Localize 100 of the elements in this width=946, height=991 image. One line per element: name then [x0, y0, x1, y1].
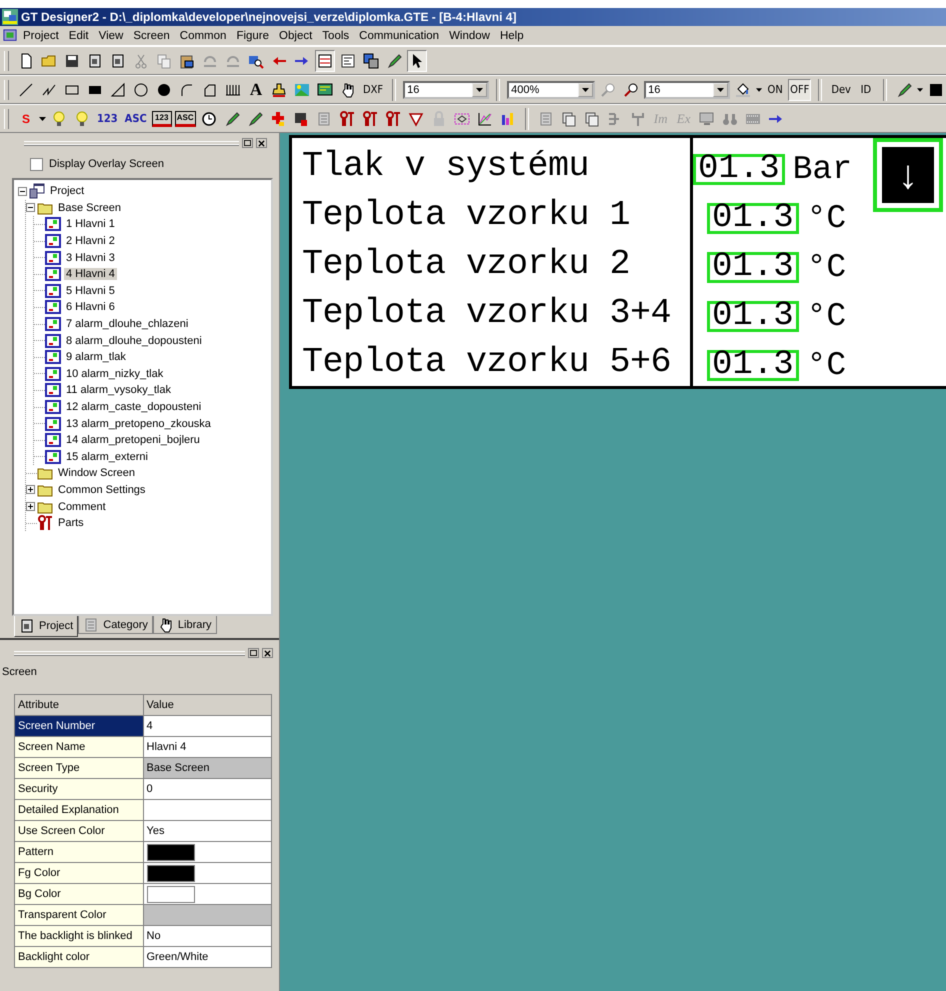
attribute-cell[interactable]: Security [14, 778, 143, 800]
menu-item[interactable]: Edit [64, 30, 94, 42]
attribute-cell[interactable]: Pattern [14, 842, 143, 862]
tree-item[interactable]: Project [48, 185, 86, 198]
tree-item[interactable]: 5 Hlavni 5 [64, 284, 117, 297]
color-swatch[interactable] [146, 864, 194, 882]
numeric-display[interactable]: 01.3 [693, 154, 785, 185]
attribute-cell[interactable]: Backlight color [14, 946, 143, 968]
attribute-cell[interactable]: Fg Color [14, 862, 143, 884]
toolbar-button[interactable]: ASC [174, 110, 196, 126]
attribute-cell[interactable]: Screen Name [14, 736, 143, 758]
menu-item[interactable]: Common [174, 30, 232, 42]
combo-box[interactable]: 16 [403, 80, 490, 98]
maximize-button[interactable] [242, 138, 253, 148]
toolbar-button[interactable]: 123 [95, 108, 120, 130]
tree-item[interactable]: 2 Hlavni 2 [64, 235, 117, 248]
value-cell[interactable]: Yes [143, 820, 272, 842]
toolbar-button[interactable]: Dev [829, 78, 853, 100]
menu-item[interactable]: Help [494, 30, 529, 42]
tree-item[interactable]: 7 alarm_dlouhe_chlazeni [64, 318, 190, 330]
menu-item[interactable]: View [94, 30, 128, 42]
caret-icon[interactable] [916, 88, 923, 92]
toolbar-button[interactable]: 123 [152, 110, 172, 126]
tree-item[interactable]: 13 alarm_pretopeno_zkouska [64, 418, 213, 430]
checkbox[interactable] [30, 158, 43, 170]
tree-item[interactable]: 14 alarm_pretopeni_bojleru [64, 434, 202, 446]
monitor-icon [698, 110, 715, 126]
panel-tab[interactable]: Project [14, 616, 78, 637]
panel-tab[interactable]: Category [78, 616, 153, 634]
numeric-display[interactable]: 01.3 [707, 301, 799, 332]
tree-item[interactable]: Base Screen [56, 202, 123, 214]
attribute-cell[interactable]: Detailed Explanation [14, 800, 143, 820]
menu-item[interactable]: Project [18, 30, 64, 42]
numeric-display[interactable]: 01.3 [707, 203, 799, 234]
toolbar-button[interactable]: A [246, 78, 266, 100]
menu-item[interactable]: Communication [354, 30, 444, 42]
checkbox-label: Display Overlay Screen [49, 158, 164, 170]
numeric-display[interactable]: 01.3 [707, 252, 799, 283]
tree-item[interactable]: 9 alarm_tlak [64, 351, 128, 364]
tree-item[interactable]: 1 Hlavni 1 [64, 218, 117, 230]
menu-item[interactable]: Screen [128, 30, 175, 42]
numeric-display[interactable]: 01.3 [707, 350, 799, 381]
screen-label: Tlak v systému [302, 145, 590, 188]
tree-item[interactable]: Common Settings [56, 484, 148, 496]
down-button[interactable]: ↓ [873, 138, 943, 212]
menu-item[interactable]: Object [274, 30, 318, 42]
value-cell[interactable] [143, 842, 272, 862]
combo-box[interactable]: 16 [644, 80, 730, 98]
value-cell[interactable]: 4 [143, 716, 272, 736]
maximize-button[interactable] [248, 648, 259, 658]
caret-icon[interactable] [39, 116, 46, 120]
toolbar-button[interactable] [315, 50, 335, 72]
panel-title: Screen [2, 665, 38, 680]
tree-item[interactable]: Window Screen [56, 467, 138, 480]
expand-toggle[interactable] [18, 186, 27, 196]
expand-toggle[interactable] [26, 502, 35, 512]
tree-item[interactable]: 3 Hlavni 3 [64, 252, 117, 264]
color-swatch[interactable] [146, 886, 194, 902]
tree-item[interactable]: Parts [56, 517, 86, 530]
attribute-cell[interactable]: The backlight is blinked [14, 926, 143, 946]
value-cell[interactable]: 0 [143, 778, 272, 800]
tree-item[interactable]: 15 alarm_externi [64, 450, 150, 463]
menu-item[interactable]: Tools [317, 30, 354, 42]
caret-icon[interactable] [476, 88, 484, 92]
toolbar-button[interactable]: ON [765, 78, 786, 100]
document-icon [2, 28, 18, 42]
attribute-cell[interactable]: Bg Color [14, 884, 143, 904]
value-cell[interactable] [143, 862, 272, 884]
color-swatch[interactable] [146, 844, 194, 860]
caret-icon[interactable] [756, 88, 762, 92]
expand-toggle[interactable] [26, 203, 35, 212]
caret-icon[interactable] [582, 88, 590, 92]
toolbar-button[interactable]: OFF [788, 78, 812, 100]
attribute-cell[interactable]: Use Screen Color [14, 820, 143, 842]
menu-item[interactable]: Window [444, 30, 495, 42]
close-button[interactable] [256, 138, 267, 148]
tree-item[interactable]: Comment [56, 500, 108, 513]
toolbar-button[interactable] [407, 50, 427, 72]
value-cell[interactable]: Green/White [143, 946, 272, 968]
tree-item[interactable]: 8 alarm_dlouhe_dopousteni [64, 334, 204, 347]
tree-item[interactable]: 6 Hlavni 6 [64, 301, 117, 314]
caret-icon[interactable] [717, 88, 724, 92]
value-cell[interactable]: Hlavni 4 [143, 736, 272, 758]
expand-toggle[interactable] [26, 485, 35, 494]
screen-icon [45, 366, 61, 382]
menu-item[interactable]: Figure [231, 30, 274, 42]
toolbar-button[interactable]: DXF [361, 78, 386, 100]
toolbar-button[interactable]: ASC [122, 108, 149, 130]
tree-item[interactable]: 11 alarm_vysoky_tlak [64, 384, 173, 396]
combo-box[interactable]: 400% [507, 80, 596, 98]
close-button[interactable] [262, 648, 273, 658]
tree-item[interactable]: 4 Hlavni 4 [64, 268, 117, 280]
value-cell[interactable] [143, 800, 272, 820]
toolbar-button[interactable]: ID [856, 78, 876, 100]
tree-item[interactable]: 10 alarm_nizky_tlak [64, 368, 166, 380]
tree-item[interactable]: 12 alarm_caste_dopousteni [64, 401, 204, 414]
value-cell[interactable]: No [143, 926, 272, 946]
attribute-cell[interactable]: Screen Number [14, 716, 143, 736]
panel-tab[interactable]: Library [152, 616, 217, 634]
value-cell[interactable] [143, 884, 272, 904]
